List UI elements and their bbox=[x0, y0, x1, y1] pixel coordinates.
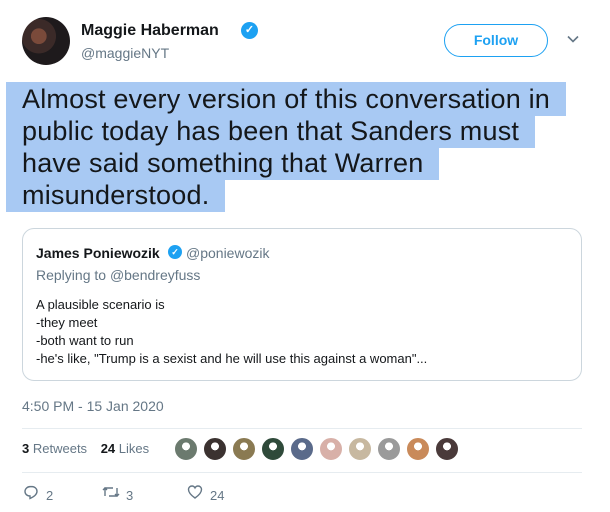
reply-handle: @bendreyfuss bbox=[109, 267, 201, 283]
reply-prefix: Replying to bbox=[36, 267, 110, 283]
quote-line: -he's like, "Trump is a sexist and he wi… bbox=[36, 351, 428, 366]
liker-avatar[interactable] bbox=[174, 437, 198, 461]
liker-avatar[interactable] bbox=[319, 437, 343, 461]
liker-avatar[interactable] bbox=[203, 437, 227, 461]
heart-icon bbox=[186, 484, 204, 507]
retweet-count: 3 bbox=[126, 488, 134, 503]
verified-badge-icon: ✓ bbox=[241, 22, 258, 39]
liker-avatar[interactable] bbox=[261, 437, 285, 461]
tweet-timestamp[interactable]: 4:50 PM - 15 Jan 2020 bbox=[22, 398, 164, 414]
tweet-line: misunderstood. bbox=[22, 180, 210, 210]
tweet-text-highlighted: Almost every version of this conversatio… bbox=[6, 82, 567, 212]
quote-line: -both want to run bbox=[36, 333, 134, 348]
liker-avatar[interactable] bbox=[348, 437, 372, 461]
retweets-label: Retweets bbox=[32, 441, 88, 456]
divider bbox=[22, 472, 582, 473]
tweet-text: Almost every version of this conversatio… bbox=[6, 82, 567, 212]
engagement-stats: 3 Retweets 24 Likes bbox=[22, 441, 159, 456]
liker-avatar[interactable] bbox=[435, 437, 459, 461]
tweet-line: public today has been that Sanders must bbox=[22, 116, 520, 146]
quote-line: A plausible scenario is bbox=[36, 297, 165, 312]
author-handle[interactable]: @maggieNYT bbox=[81, 45, 169, 61]
quote-author-handle: @poniewozik bbox=[186, 245, 270, 261]
tweet-line: Almost every version of this conversatio… bbox=[22, 84, 551, 114]
likes-label: Likes bbox=[118, 441, 150, 456]
author-avatar[interactable] bbox=[22, 17, 70, 65]
follow-button[interactable]: Follow bbox=[444, 24, 548, 57]
likes-stat[interactable]: 24 Likes bbox=[101, 441, 149, 456]
likes-count: 24 bbox=[100, 441, 116, 456]
tweet-line: have said something that Warren bbox=[22, 148, 424, 178]
quote-line: -they meet bbox=[36, 315, 98, 330]
tweet-actions: 2 3 24 bbox=[22, 484, 562, 506]
retweets-stat[interactable]: 3 Retweets bbox=[22, 441, 87, 456]
retweet-action[interactable]: 3 bbox=[102, 484, 133, 506]
liker-avatar[interactable] bbox=[377, 437, 401, 461]
reply-count: 2 bbox=[46, 488, 54, 503]
quote-author-name: James Poniewozik bbox=[36, 245, 160, 261]
quote-reply-to: Replying to @bendreyfuss bbox=[36, 267, 200, 283]
retweets-count: 3 bbox=[22, 441, 30, 456]
reply-action[interactable]: 2 bbox=[22, 484, 53, 506]
quote-text: A plausible scenario is -they meet -both… bbox=[36, 296, 427, 368]
chevron-down-icon[interactable] bbox=[566, 32, 582, 48]
liker-avatar[interactable] bbox=[406, 437, 430, 461]
liker-avatar[interactable] bbox=[232, 437, 256, 461]
like-action[interactable]: 24 bbox=[186, 484, 224, 506]
verified-badge-icon: ✓ bbox=[168, 245, 182, 259]
liker-avatars bbox=[174, 437, 464, 461]
liker-avatar[interactable] bbox=[290, 437, 314, 461]
author-name[interactable]: Maggie Haberman bbox=[81, 22, 219, 40]
like-count: 24 bbox=[210, 488, 225, 503]
retweet-icon bbox=[102, 484, 120, 507]
quoted-tweet[interactable]: James Poniewozik ✓ @poniewozik Replying … bbox=[22, 228, 582, 381]
divider bbox=[22, 428, 582, 429]
reply-icon bbox=[22, 484, 40, 507]
